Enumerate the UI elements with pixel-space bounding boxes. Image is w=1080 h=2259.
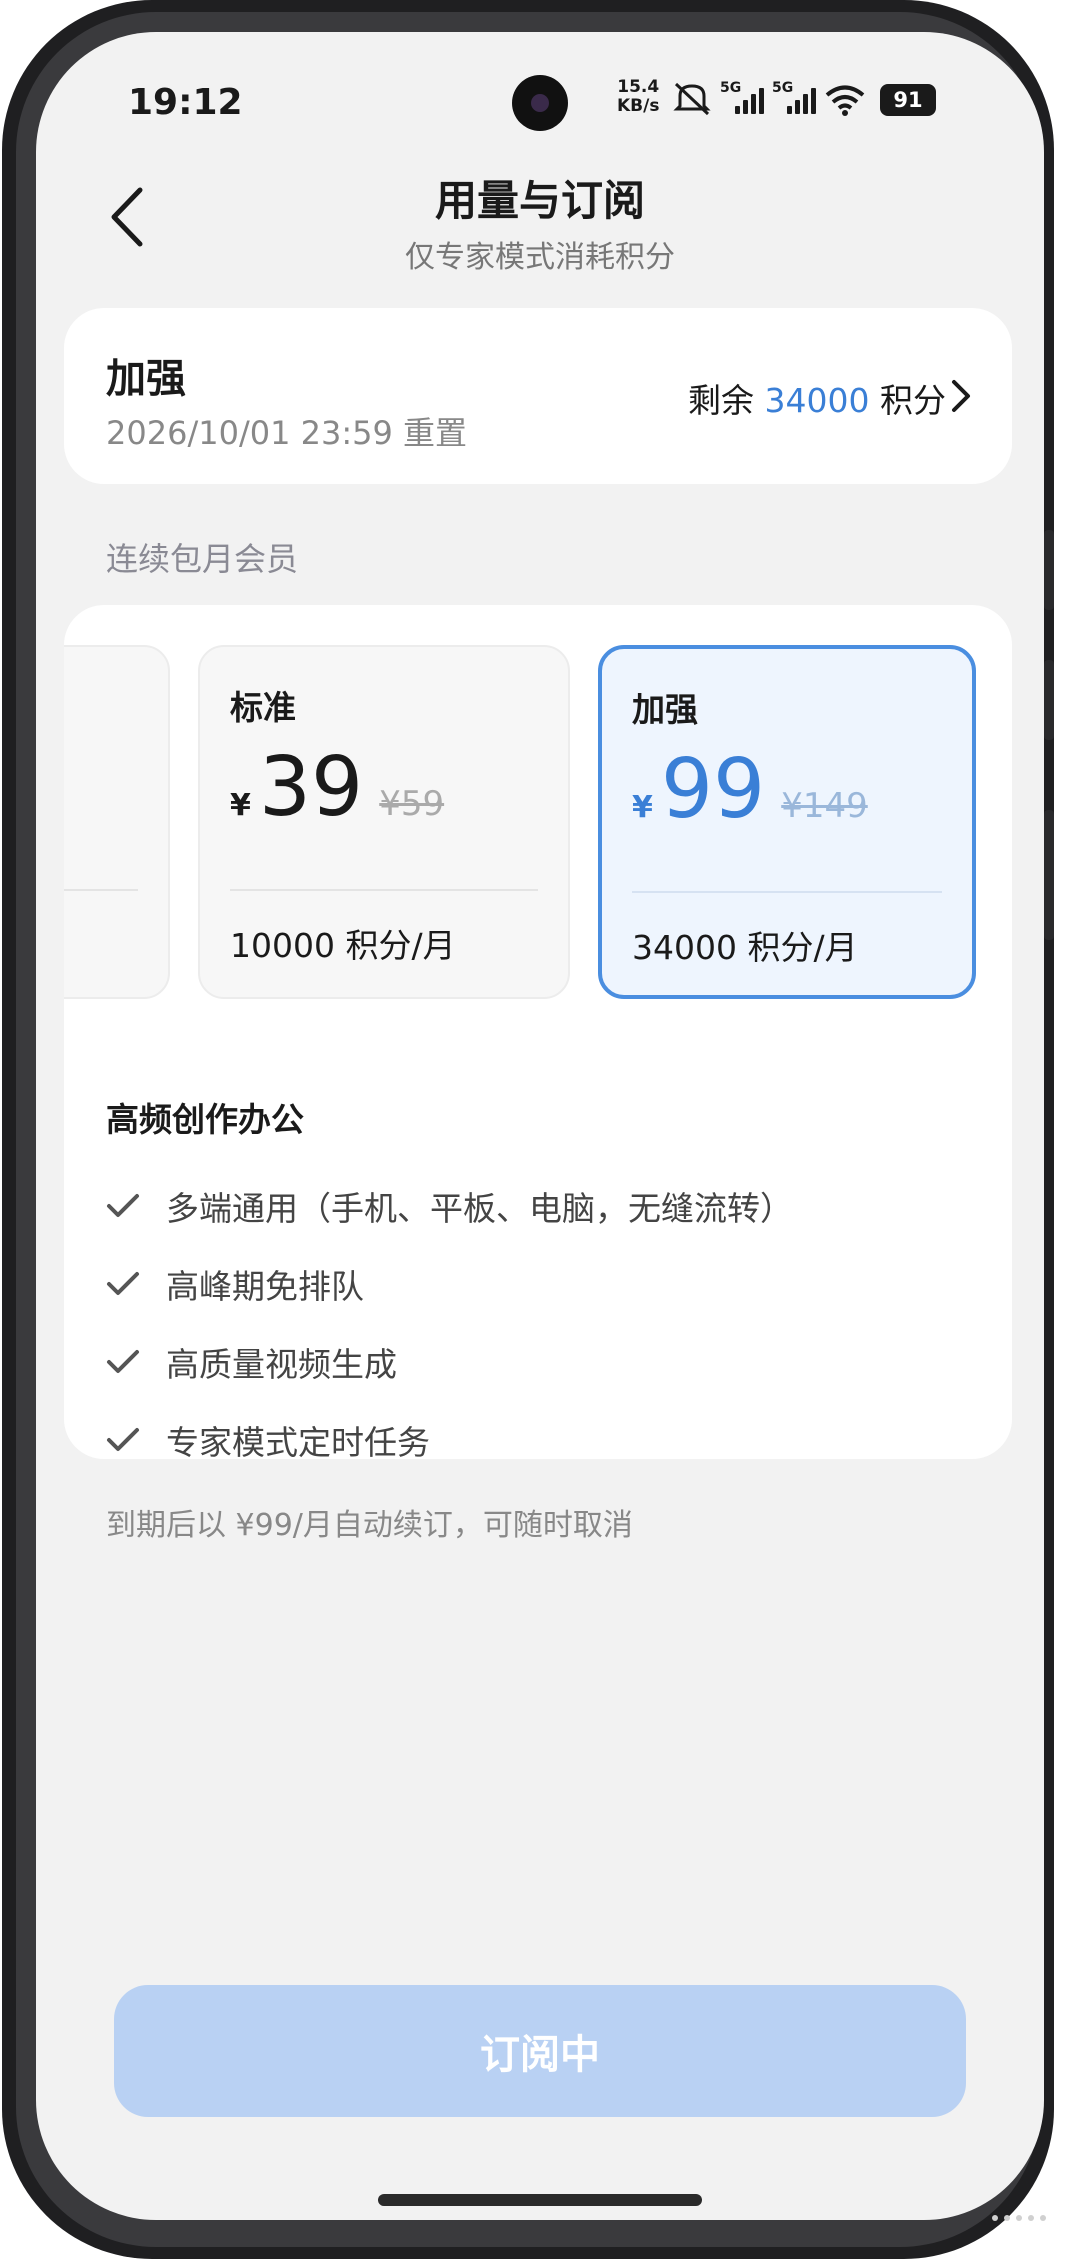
- page-subtitle: 仅专家模式消耗积分: [405, 240, 675, 275]
- plan-credits: 34000 积分/月: [632, 928, 858, 967]
- status-time: 19:12: [128, 82, 243, 123]
- side-button: [1044, 660, 1054, 740]
- remaining-unit: 积分: [880, 381, 946, 420]
- signal-icon: 5G: [772, 80, 816, 116]
- original-price: ¥149: [781, 786, 868, 826]
- feature-item: 专家模式定时任务: [106, 1401, 793, 1459]
- feature-item: 多端通用（手机、平板、电脑，无缝流转）: [106, 1167, 793, 1245]
- currency-symbol: ¥: [632, 790, 653, 825]
- reset-time: 2026/10/01 23:59 重置: [106, 414, 468, 452]
- network-speed-unit: KB/s: [617, 96, 660, 116]
- signal-icon: 5G: [720, 80, 764, 116]
- currency-symbol: ¥: [230, 788, 251, 823]
- plan-price: ¥ 99 ¥149: [632, 749, 868, 831]
- side-button: [1044, 530, 1054, 610]
- feature-item: 高质量视频生成: [106, 1323, 793, 1401]
- front-camera: [512, 75, 568, 131]
- feature-text: 高峰期免排队: [166, 1267, 364, 1306]
- home-indicator[interactable]: [378, 2194, 702, 2206]
- network-speed: 15.4 KB/s: [617, 78, 659, 116]
- check-icon: [107, 1194, 139, 1217]
- side-button: [1044, 810, 1054, 940]
- feature-text: 多端通用（手机、平板、电脑，无缝流转）: [166, 1189, 793, 1228]
- price-value: 39: [258, 740, 364, 835]
- plan-price: ¥ 39 ¥59: [230, 747, 444, 829]
- remaining-credits[interactable]: 剩余 34000 积分: [688, 374, 946, 422]
- phone-frame: 19:12 15.4 KB/s 5G 5G 91 用量与订阅 仅专家模式消耗积分…: [2, 0, 1054, 2259]
- auto-renew-note: 到期后以 ¥99/月自动续订，可随时取消: [106, 1508, 633, 1543]
- plan-name: 标准: [230, 688, 296, 727]
- plan-card-partial[interactable]: [64, 645, 170, 999]
- status-icons: 5G 5G 91: [672, 80, 936, 116]
- original-price: ¥59: [379, 784, 445, 824]
- divider: [64, 889, 138, 891]
- check-icon: [107, 1428, 139, 1451]
- page-dots: [992, 2215, 1046, 2221]
- remaining-value: 34000: [764, 381, 870, 420]
- network-speed-value: 15.4: [617, 77, 660, 97]
- divider: [632, 891, 942, 893]
- remaining-prefix: 剩余: [688, 381, 755, 420]
- subscribe-button[interactable]: 订阅中: [114, 1985, 966, 2117]
- plan-card-pro-selected[interactable]: 加强 ¥ 99 ¥149 34000 积分/月: [598, 645, 976, 999]
- check-icon: [107, 1350, 139, 1373]
- feature-text: 高质量视频生成: [166, 1345, 397, 1384]
- page-title: 用量与订阅: [434, 176, 645, 225]
- check-icon: [107, 1272, 139, 1295]
- current-plan-name: 加强: [106, 356, 186, 402]
- chevron-right-icon[interactable]: [950, 378, 972, 414]
- section-label: 连续包月会员: [106, 540, 299, 578]
- current-plan-card[interactable]: 加强 2026/10/01 23:59 重置 剩余 34000 积分: [64, 308, 1012, 484]
- battery-icon: 91: [880, 84, 936, 116]
- wifi-icon: [825, 85, 865, 116]
- price-value: 99: [660, 742, 766, 837]
- feature-list: 多端通用（手机、平板、电脑，无缝流转） 高峰期免排队 高质量视频生成 专家模式定…: [106, 1167, 793, 1459]
- plan-name: 加强: [632, 690, 698, 729]
- plans-panel: 标准 ¥ 39 ¥59 10000 积分/月 加强 ¥ 99 ¥149 3400…: [64, 605, 1012, 1459]
- feature-item: 高峰期免排队: [106, 1245, 793, 1323]
- features-title: 高频创作办公: [106, 1100, 304, 1139]
- plan-card-standard[interactable]: 标准 ¥ 39 ¥59 10000 积分/月: [198, 645, 570, 999]
- feature-text: 专家模式定时任务: [166, 1423, 430, 1459]
- screen: 19:12 15.4 KB/s 5G 5G 91 用量与订阅 仅专家模式消耗积分…: [36, 32, 1044, 2220]
- plan-credits: 10000 积分/月: [230, 926, 456, 965]
- status-bar: 19:12 15.4 KB/s 5G 5G 91: [36, 32, 1044, 162]
- divider: [230, 889, 538, 891]
- mute-icon: [673, 82, 711, 116]
